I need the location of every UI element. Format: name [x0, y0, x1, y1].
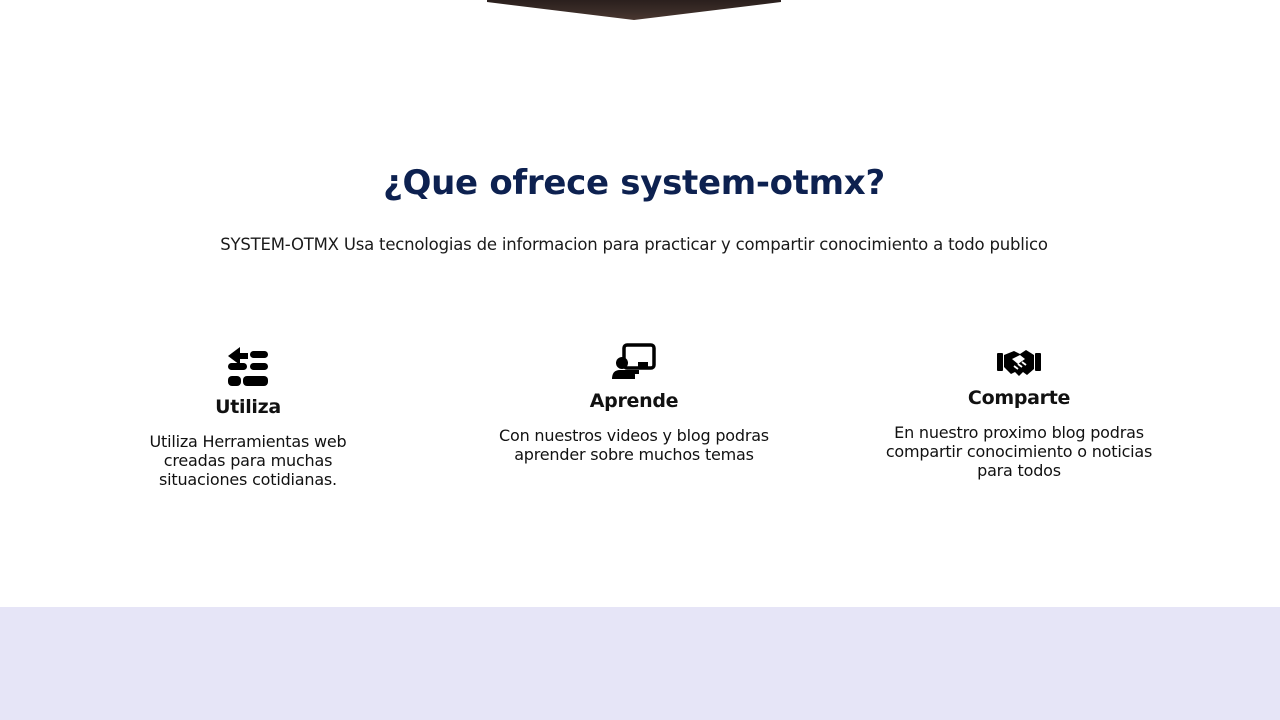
feature-text: Utiliza Herramientas web creadas para mu…	[149, 432, 347, 489]
feature-aprende: Aprende Con nuestros videos y blog podra…	[484, 342, 784, 464]
chalkboard-teacher-icon	[612, 343, 656, 379]
feature-text: Con nuestros videos y blog podras aprend…	[499, 426, 769, 464]
feature-utiliza: Utiliza Utiliza Herramientas web creadas…	[98, 344, 398, 489]
feature-comparte: Comparte En nuestro proximo blog podras …	[869, 345, 1169, 480]
feature-title: Utiliza	[215, 396, 281, 418]
tools-icon	[228, 347, 268, 386]
next-section-background	[0, 607, 1280, 720]
feature-text: En nuestro proximo blog podras compartir…	[885, 423, 1153, 480]
hero-image-bottom-edge	[487, 0, 781, 20]
section-subtitle: SYSTEM-OTMX Usa tecnologias de informaci…	[220, 235, 1048, 254]
feature-title: Aprende	[589, 390, 679, 412]
handshake-icon	[997, 350, 1041, 376]
page: ¿Que ofrece system-otmx? SYSTEM-OTMX Usa…	[0, 0, 1280, 720]
section-title: ¿Que ofrece system-otmx?	[383, 163, 885, 203]
feature-title: Comparte	[967, 387, 1071, 409]
